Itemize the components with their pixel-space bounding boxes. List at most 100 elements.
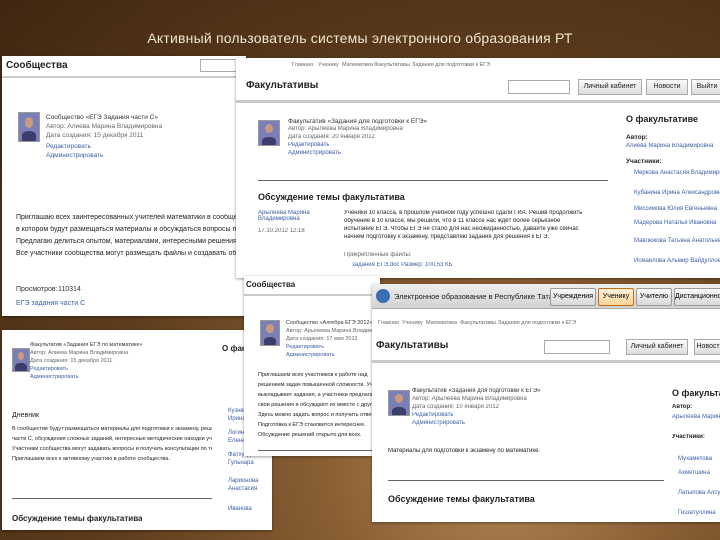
center-body-line: Приглашаем всех участников к работе над [258,372,368,378]
tab-student[interactable]: Ученику [598,288,634,306]
logout-button[interactable]: Выйти [691,79,720,95]
front-side-members-label: Участники: [672,434,705,440]
middle-breadcrumb[interactable]: Факультативы [374,62,410,68]
front-side-author-label: Автор: [672,404,693,410]
middle-divider [258,180,608,181]
side-title: О факультативе [626,114,699,124]
front-discussion-title: Обсуждение темы факультатива [388,494,535,504]
side-member[interactable]: Мавлюкова Татьяна Анатольевна [634,238,720,244]
front-entry-date: Дата создания: 10 января 2012 [412,404,499,410]
lower-left-member[interactable]: Иванова [228,506,270,512]
front-breadcrumb[interactable]: Ученику [402,320,423,326]
middle-breadcrumb[interactable]: Главная [292,62,313,68]
center-entry-date: Дата создания: 17 мая 2012 [286,336,358,342]
attach-label: Прикреплённые файлы: [344,252,412,258]
front-side-member[interactable]: Ахметшина [678,470,720,476]
tab-distance[interactable]: Дистанционному [674,288,720,306]
lower-left-window: Факультатив «Задания ЕГЭ по математике» … [2,330,272,530]
lower-left-member[interactable]: Анастасия [228,486,270,492]
center-avatar [260,320,280,346]
left-entry-author: Автор: Алиева Марина Владимировна [46,123,163,130]
front-news-button[interactable]: Новости [694,339,720,355]
middle-entry-avatar [258,120,280,146]
post-line: начнём подготовку к экзамену, представля… [344,234,550,240]
lower-left-member[interactable]: Ларионова [228,478,270,484]
front-breadcrumb[interactable]: Главная [378,320,399,326]
front-entry-avatar [388,390,410,416]
left-entry-avatar [18,112,40,142]
side-member[interactable]: Исмаилова Альмир Вайдуллоевна [634,258,720,264]
middle-admin-link[interactable]: Администрировать [288,150,341,156]
front-window: Электронное образование в Республике Тат… [372,284,720,522]
front-side-member[interactable]: Гиззатуллина [678,510,720,516]
side-member[interactable]: Мадерова Наталья Ивановна [634,220,718,226]
lower-left-member[interactable]: Гульнара [228,460,270,466]
center-body-line: решением задач повышенной сложности. Учи… [258,382,376,388]
front-breadcrumb[interactable]: Математика [426,320,457,326]
front-side-member[interactable]: Латыпова Алсу [678,490,720,496]
tab-teacher[interactable]: Учителю [636,288,672,306]
post-date: 17.10.2012 12:18 [258,228,305,234]
personal-cabinet-button[interactable]: Личный кабинет [578,79,642,95]
left-admin-link[interactable]: Администрировать [46,152,103,159]
front-admin-link[interactable]: Администрировать [412,420,465,426]
front-logo-icon [376,289,390,303]
side-member[interactable]: Миссимова Юлия Евгеньевна [634,206,718,212]
side-member[interactable]: Кубанина Ирина Александровна [634,190,720,196]
front-search-field[interactable] [544,340,610,354]
lower-left-admin-link[interactable]: Администрировать [30,374,79,380]
lower-left-body-line: Приглашаем всех к активному участию в ра… [12,456,170,462]
middle-breadcrumb[interactable]: Ученику [318,62,339,68]
slide-title: Активный пользователь системы электронно… [147,30,573,46]
news-button[interactable]: Новости [646,79,688,95]
lower-left-edit-link[interactable]: Редактировать [30,366,68,372]
front-edit-link[interactable]: Редактировать [412,412,453,418]
center-admin-link[interactable]: Администрировать [286,352,335,358]
middle-entry-author: Автор: Арылеева Марина Владимировна [288,126,403,132]
front-divider [388,480,664,481]
side-member[interactable]: Меркова Анастасия Владимировна [634,170,720,176]
tab-institutions[interactable]: Учреждения [550,288,596,306]
middle-header: Факультативы [246,80,319,91]
middle-header-rule [236,100,720,103]
left-body-line: в котором будут размещаться материалы и … [16,226,241,233]
center-header-rule [244,294,380,296]
left-body-line: Все участники сообщества могут размещать… [16,250,241,257]
lower-left-diary: Дневник [12,412,40,419]
front-side-title: О факультативе [672,388,720,398]
middle-breadcrumb[interactable]: Математика [342,62,373,68]
lower-left-entry-author: Автор: Алиева Марина Владимировна [30,350,129,356]
lower-left-divider [12,498,212,499]
lower-left-entry-title: Факультатив «Задания ЕГЭ по математике» [30,342,143,348]
center-edit-link[interactable]: Редактировать [286,344,324,350]
attach-file-link[interactable]: задания ЕГЭ.doc Размер: 100,53 КБ [352,262,453,268]
side-author-value[interactable]: Алиева Марина Владимировна [626,143,718,149]
middle-window: Главная Ученику Математика Факультативы … [236,58,720,278]
front-entry-title: Факультатив «Задания для подготовки к ЕГ… [412,388,541,394]
front-header-rule [372,360,720,363]
front-side-author-value[interactable]: Арылеева Марина [672,414,720,420]
middle-edit-link[interactable]: Редактировать [288,142,329,148]
lower-left-avatar [12,348,30,372]
post-line: испытание ЕГЭ. Чтобы ЕГЭ не стало для на… [344,226,579,232]
middle-search-field[interactable] [508,80,570,94]
post-author[interactable]: Арылеева Марина Владимировна [258,210,320,222]
left-header-rule [2,76,246,78]
left-extra-link[interactable]: ЕГЭ задания части С [16,300,85,307]
front-breadcrumb[interactable]: Задания для подготовки к ЕГЭ [498,320,576,326]
front-breadcrumb[interactable]: Факультативы [460,320,496,326]
left-views-label: Просмотров: [16,286,58,293]
front-header: Факультативы [376,340,449,351]
left-edit-link[interactable]: Редактировать [46,143,91,150]
middle-entry-date: Дата создания: 20 января 2012 [288,134,375,140]
left-body-line: Предлагаю делиться опытом, материалами, … [16,238,241,245]
side-author-label: Автор: [626,134,648,141]
front-personal-cabinet-button[interactable]: Личный кабинет [626,339,688,355]
middle-breadcrumb[interactable]: Задания для подготовки к ЕГЭ [412,62,490,68]
center-body-line: свои решения и обсуждают их вместе с дру… [258,402,376,408]
center-entry-author: Автор: Арылеева Марина Владимировна [286,328,378,334]
front-side-member[interactable]: Мухаметова [678,456,720,462]
left-views-value: 110314 [58,286,81,293]
center-entry-title: Сообщество «Алгебра ЕГЭ 2012» [286,320,373,326]
left-window: Сообщества Сообщество «ЕГЭ Задания части… [2,56,246,316]
